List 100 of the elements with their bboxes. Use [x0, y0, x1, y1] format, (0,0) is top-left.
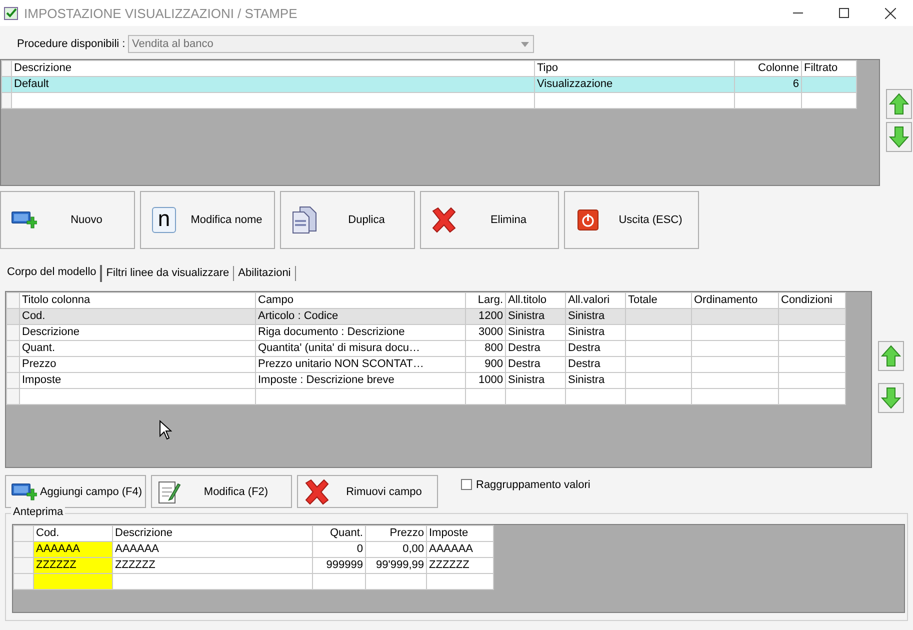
monitor-plus-icon: [11, 480, 37, 502]
table-cell: Visualizzazione: [534, 76, 734, 92]
column-header[interactable]: Colonne: [734, 60, 802, 76]
table-cell: Quantita' (unita' di misura docu…: [256, 340, 466, 356]
table-cell: [778, 356, 846, 372]
table-cell: Sinistra: [566, 372, 626, 388]
column-header[interactable]: All.valori: [566, 292, 626, 308]
table-cell: Quant.: [20, 340, 256, 356]
column-header[interactable]: Ordinamento: [692, 292, 778, 308]
procedure-label: Procedure disponibili :: [17, 38, 126, 50]
table-cell: Sinistra: [506, 324, 566, 340]
table-cell: [626, 356, 692, 372]
table-cell: Sinistra: [566, 324, 626, 340]
table-cell: [778, 340, 846, 356]
table-cell: [778, 308, 846, 324]
grouping-checkbox[interactable]: [461, 479, 472, 490]
table-cell: Prezzo: [20, 356, 256, 372]
toolbar-button[interactable]: Elimina: [420, 191, 559, 249]
move-up-button[interactable]: [878, 341, 904, 371]
table-cell: Destra: [566, 340, 626, 356]
letter-n-icon: n: [152, 207, 176, 233]
toolbar-button[interactable]: Nuovo: [0, 191, 135, 249]
table-cell: 1200: [466, 308, 506, 324]
column-header[interactable]: Imposte: [426, 526, 494, 542]
table-cell: [626, 308, 692, 324]
notepad-pencil-icon: [157, 478, 181, 504]
table-cell: ZZZZZZ: [34, 558, 112, 574]
toolbar-button[interactable]: Uscita (ESC): [564, 191, 699, 249]
table-row[interactable]: Imposte Imposte : Descrizione breve 1000 Sinistra Sinistra: [6, 372, 846, 388]
table-cell: AAAAAA: [34, 542, 112, 558]
action-button[interactable]: Modifica (F2): [151, 475, 292, 508]
table-cell: 3000: [466, 324, 506, 340]
row-header: [14, 526, 34, 542]
table-cell: Default: [12, 76, 534, 92]
column-header[interactable]: Cod.: [34, 526, 112, 542]
maximize-icon: [839, 8, 849, 18]
cross-icon: [303, 478, 331, 504]
table-cell: 0,00: [366, 542, 426, 558]
table-cell: Cod.: [20, 308, 256, 324]
table-cell: 1000: [466, 372, 506, 388]
tab[interactable]: Filtri linee da visualizzare: [104, 266, 234, 280]
move-down-button[interactable]: [878, 383, 904, 413]
checklist-icon: [4, 6, 18, 20]
arrow-down-icon: [881, 387, 901, 409]
checkbox-label: Raggruppamento valori: [476, 478, 590, 490]
table-cell: Destra: [506, 356, 566, 372]
column-header[interactable]: Larg.: [466, 292, 506, 308]
table-cell: AAAAAA: [112, 542, 312, 558]
table-cell: ZZZZZZ: [426, 558, 494, 574]
action-button[interactable]: Rimuovi campo: [297, 475, 438, 508]
column-header[interactable]: Filtrato: [802, 60, 856, 76]
table-cell: Descrizione: [20, 324, 256, 340]
arrow-up-icon: [881, 345, 901, 367]
column-header[interactable]: Quant.: [312, 526, 366, 542]
table-cell: [778, 324, 846, 340]
column-header[interactable]: Condizioni: [778, 292, 846, 308]
tab[interactable]: Corpo del modello: [5, 264, 102, 282]
column-header[interactable]: Prezzo: [366, 526, 426, 542]
table-row[interactable]: Prezzo Prezzo unitario NON SCONTAT… 900 Destra Destra: [6, 356, 846, 372]
column-header[interactable]: Tipo: [534, 60, 734, 76]
documents-icon: [290, 205, 318, 235]
table-cell: Imposte : Descrizione breve: [256, 372, 466, 388]
column-header[interactable]: Totale: [626, 292, 692, 308]
table-cell: Articolo : Codice: [256, 308, 466, 324]
table-row[interactable]: ZZZZZZ ZZZZZZ 999999 99'999,99 ZZZZZZ: [14, 558, 494, 574]
table-cell: 99'999,99: [366, 558, 426, 574]
table-row[interactable]: AAAAAA AAAAAA 0 0,00 AAAAAA: [14, 542, 494, 558]
column-header[interactable]: Titolo colonna: [20, 292, 256, 308]
action-button[interactable]: Aggiungi campo (F4): [5, 475, 146, 508]
tab[interactable]: Abilitazioni: [236, 266, 296, 280]
table-row[interactable]: Cod. Articolo : Codice 1200 Sinistra Sinistra: [6, 308, 846, 324]
group-title: Anteprima: [11, 506, 66, 518]
table-cell: Destra: [506, 340, 566, 356]
toolbar-button[interactable]: Duplica: [280, 191, 415, 249]
table-cell: Prezzo unitario NON SCONTAT…: [256, 356, 466, 372]
move-down-button[interactable]: [886, 122, 912, 152]
power-icon: [577, 209, 599, 231]
toolbar-button[interactable]: n Modifica nome: [140, 191, 275, 249]
column-header[interactable]: Descrizione: [112, 526, 312, 542]
arrow-down-icon: [889, 126, 909, 148]
column-header[interactable]: Campo: [256, 292, 466, 308]
mouse-cursor-icon: [159, 420, 172, 440]
table-cell: Sinistra: [506, 372, 566, 388]
table-row[interactable]: Quant. Quantita' (unita' di misura docu… 800 Destra Destra: [6, 340, 846, 356]
table-cell: Sinistra: [506, 308, 566, 324]
move-up-button[interactable]: [886, 89, 912, 119]
table-cell: 800: [466, 340, 506, 356]
table-cell: 999999: [312, 558, 366, 574]
monitor-plus-icon: [11, 209, 37, 231]
table-row[interactable]: Descrizione Riga documento : Descrizione 3000 Sinistra Sinistra: [6, 324, 846, 340]
close-icon: [884, 8, 896, 18]
table-cell: 0: [312, 542, 366, 558]
column-header[interactable]: Descrizione: [12, 60, 534, 76]
table-cell: [626, 340, 692, 356]
table-cell: Sinistra: [566, 308, 626, 324]
column-header[interactable]: All.titolo: [506, 292, 566, 308]
cross-icon: [430, 207, 458, 233]
table-row[interactable]: Default Visualizzazione 6: [2, 76, 856, 92]
table-cell: 6: [734, 76, 802, 92]
table-cell: [626, 324, 692, 340]
